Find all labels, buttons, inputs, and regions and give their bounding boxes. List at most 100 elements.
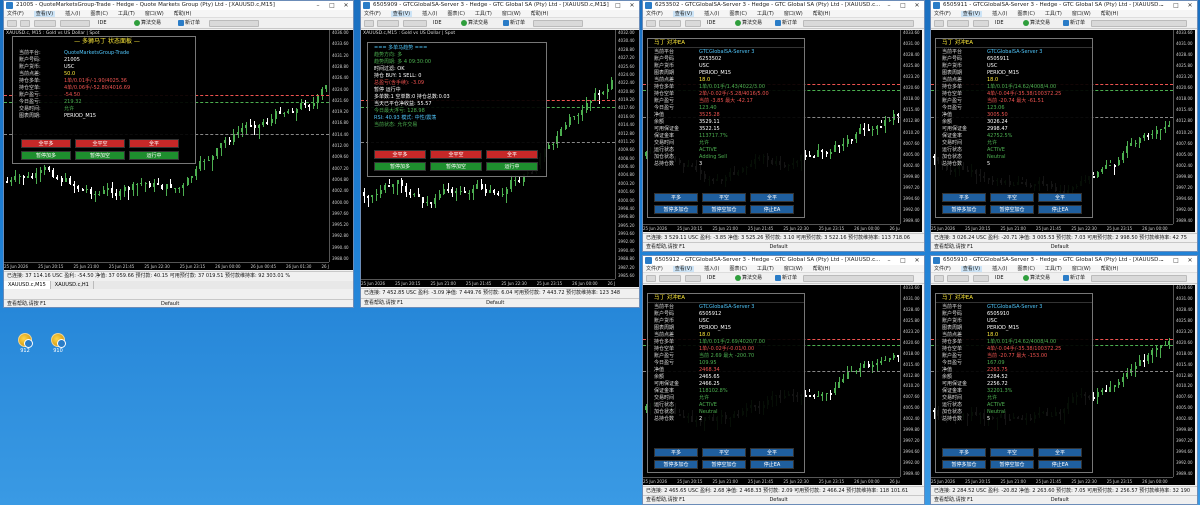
menu-insert[interactable]: 插入(I) xyxy=(704,266,719,272)
ide-button[interactable]: IDE xyxy=(705,19,717,28)
menu-help[interactable]: 帮助(H) xyxy=(174,11,192,17)
maximize-icon[interactable]: □ xyxy=(611,1,625,10)
maximize-icon[interactable]: □ xyxy=(896,1,910,10)
chart-tools-icon[interactable] xyxy=(685,275,701,282)
profiles-icon[interactable] xyxy=(20,20,30,27)
algo-trading-button[interactable]: 算法交易 xyxy=(1021,274,1052,283)
ide-button[interactable]: IDE xyxy=(993,19,1005,28)
minimize-icon[interactable]: – xyxy=(597,1,611,10)
close-buy-button[interactable]: 平多 xyxy=(654,193,698,202)
mt5-window-6505910[interactable]: 6505910 - GTCGlobalSA-Server 3 - Hedge -… xyxy=(930,255,1198,505)
menu-file[interactable]: 文件(F) xyxy=(934,11,951,17)
algo-trading-button[interactable]: 算法交易 xyxy=(459,19,490,28)
close-sell-button[interactable]: 平空 xyxy=(990,193,1034,202)
menu-insert[interactable]: 插入(I) xyxy=(65,11,80,17)
pause-sell-button[interactable]: 暂停加空 xyxy=(430,162,482,171)
stop-ea-button[interactable]: 停止EA xyxy=(1038,460,1082,469)
close-icon[interactable]: ✕ xyxy=(1183,1,1197,10)
objects-toolbar[interactable] xyxy=(533,20,583,27)
objects-toolbar[interactable] xyxy=(1091,20,1187,27)
menu-view[interactable]: 查看(V) xyxy=(33,11,56,17)
minimize-icon[interactable]: – xyxy=(311,1,325,10)
menu-window[interactable]: 窗口(W) xyxy=(1072,11,1091,17)
pause-buy-button[interactable]: 暂停加多 xyxy=(21,151,71,160)
pause-sell-add-button[interactable]: 暂停空加仓 xyxy=(702,205,746,214)
mt5-window-6505912[interactable]: 6505912 - GTCGlobalSA-Server 3 - Hedge -… xyxy=(642,255,925,505)
price-chart[interactable]: 4033.60 4031.00 4028.40 4025.80 4023.20 4020.… xyxy=(931,30,1195,232)
menu-file[interactable]: 文件(F) xyxy=(646,11,663,17)
pause-buy-button[interactable]: 暂停加多 xyxy=(374,162,426,171)
menu-file[interactable]: 文件(F) xyxy=(646,266,663,272)
new-chart-icon[interactable] xyxy=(364,20,374,27)
menu-charts[interactable]: 图表(C) xyxy=(730,266,747,272)
close-all-button[interactable]: 全平 xyxy=(129,139,179,148)
title-bar[interactable]: 21005 - QuoteMarketsGroup-Trade - Hedge … xyxy=(4,1,353,10)
menu-view[interactable]: 查看(V) xyxy=(960,266,983,272)
objects-toolbar[interactable] xyxy=(803,20,914,27)
timeframes-icon[interactable] xyxy=(377,20,399,27)
menu-tools[interactable]: 工具(T) xyxy=(475,11,492,17)
title-bar[interactable]: 6505911 - GTCGlobalSA-Server 3 - Hedge -… xyxy=(931,1,1197,10)
desktop-icon-910[interactable]: 910 xyxy=(47,333,69,354)
mt5-window-6253502[interactable]: 6253502 - GTCGlobalSA-Server 3 - Hedge -… xyxy=(642,0,925,252)
tab-xauusd-m15[interactable]: XAUUSD.c,M15 xyxy=(4,281,51,289)
new-order-button[interactable]: 新订单 xyxy=(176,19,202,28)
menu-view[interactable]: 查看(V) xyxy=(672,266,695,272)
menu-charts[interactable]: 图表(C) xyxy=(1018,11,1035,17)
menu-tools[interactable]: 工具(T) xyxy=(118,11,135,17)
objects-toolbar[interactable] xyxy=(803,275,914,282)
menu-window[interactable]: 窗口(W) xyxy=(145,11,164,17)
stop-ea-button[interactable]: 停止EA xyxy=(750,205,794,214)
menu-charts[interactable]: 图表(C) xyxy=(91,11,108,17)
close-sell-button[interactable]: 全平空 xyxy=(430,150,482,159)
pause-buy-add-button[interactable]: 暂停多加仓 xyxy=(942,205,986,214)
algo-trading-button[interactable]: 算法交易 xyxy=(1021,19,1052,28)
maximize-icon[interactable]: □ xyxy=(1169,256,1183,265)
pause-buy-add-button[interactable]: 暂停多加仓 xyxy=(654,460,698,469)
algo-trading-button[interactable]: 算法交易 xyxy=(733,19,764,28)
timeframes-icon[interactable] xyxy=(659,275,681,282)
minimize-icon[interactable]: – xyxy=(1155,256,1169,265)
minimize-icon[interactable]: – xyxy=(882,1,896,10)
menu-file[interactable]: 文件(F) xyxy=(364,11,381,17)
menu-window[interactable]: 窗口(W) xyxy=(502,11,521,17)
ide-button[interactable]: IDE xyxy=(431,19,443,28)
menu-file[interactable]: 文件(F) xyxy=(7,11,24,17)
pause-sell-add-button[interactable]: 暂停空加仓 xyxy=(702,460,746,469)
close-all-button[interactable]: 全平 xyxy=(1038,448,1082,457)
ide-button[interactable]: IDE xyxy=(993,274,1005,283)
running-button[interactable]: 运行中 xyxy=(129,151,179,160)
menu-charts[interactable]: 图表(C) xyxy=(1018,266,1035,272)
new-chart-icon[interactable] xyxy=(934,275,944,282)
stop-ea-button[interactable]: 停止EA xyxy=(750,460,794,469)
pause-sell-add-button[interactable]: 暂停空加仓 xyxy=(990,205,1034,214)
menu-help[interactable]: 帮助(H) xyxy=(1101,266,1119,272)
menu-charts[interactable]: 图表(C) xyxy=(448,11,465,17)
mt5-window-6505911[interactable]: 6505911 - GTCGlobalSA-Server 3 - Hedge -… xyxy=(930,0,1198,252)
pause-buy-add-button[interactable]: 暂停多加仓 xyxy=(942,460,986,469)
close-buy-button[interactable]: 平多 xyxy=(942,193,986,202)
timeframes-icon[interactable] xyxy=(947,20,969,27)
running-button[interactable]: 运行中 xyxy=(486,162,538,171)
menu-insert[interactable]: 插入(I) xyxy=(422,11,437,17)
close-all-button[interactable]: 全平 xyxy=(750,193,794,202)
menu-tools[interactable]: 工具(T) xyxy=(757,266,774,272)
pause-sell-button[interactable]: 暂停加空 xyxy=(75,151,125,160)
new-chart-icon[interactable] xyxy=(934,20,944,27)
new-order-button[interactable]: 新订单 xyxy=(1061,19,1087,28)
close-all-button[interactable]: 全平 xyxy=(486,150,538,159)
objects-toolbar[interactable] xyxy=(209,20,259,27)
mt5-window-21005[interactable]: 21005 - QuoteMarketsGroup-Trade - Hedge … xyxy=(3,0,354,308)
chart-tools-icon[interactable] xyxy=(60,20,90,27)
close-sell-button[interactable]: 平空 xyxy=(990,448,1034,457)
menu-insert[interactable]: 插入(I) xyxy=(992,266,1007,272)
close-sell-button[interactable]: 平空 xyxy=(702,193,746,202)
close-icon[interactable]: ✕ xyxy=(625,1,639,10)
close-buy-button[interactable]: 平多 xyxy=(942,448,986,457)
price-chart[interactable]: 4033.60 4031.00 4028.40 4025.80 4023.20 4020.… xyxy=(643,285,922,485)
new-order-button[interactable]: 新订单 xyxy=(773,274,799,283)
new-order-button[interactable]: 新订单 xyxy=(773,19,799,28)
title-bar[interactable]: 6505910 - GTCGlobalSA-Server 3 - Hedge -… xyxy=(931,256,1197,265)
price-chart[interactable]: 4033.60 4031.00 4028.40 4025.80 4023.20 4020.… xyxy=(931,285,1195,485)
close-icon[interactable]: ✕ xyxy=(339,1,353,10)
